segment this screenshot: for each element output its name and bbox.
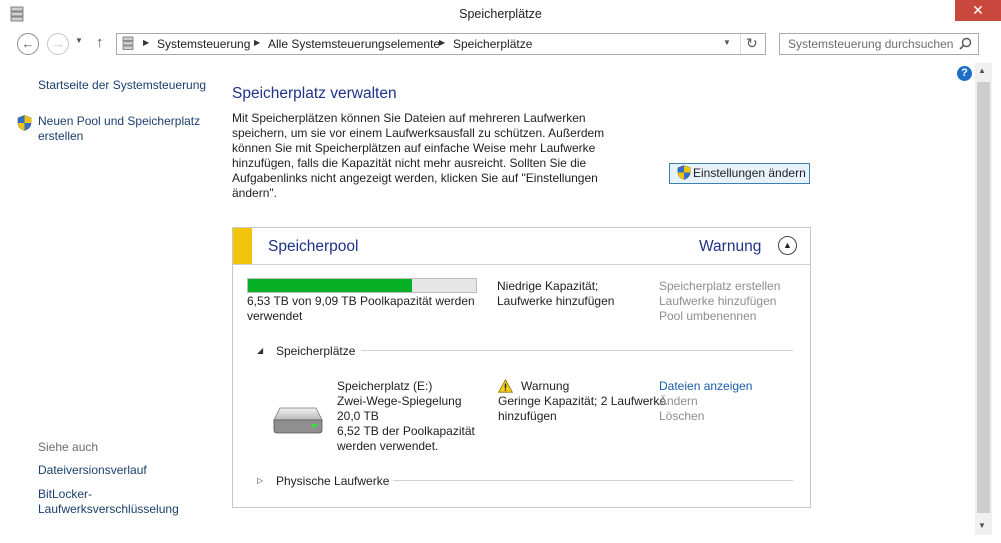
forward-button[interactable]: → bbox=[47, 33, 69, 55]
space-warning-detail: Geringe Kapazität; 2 Laufwerke hinzufüge… bbox=[498, 394, 667, 423]
space-name: Speicherplatz (E:) bbox=[337, 379, 433, 393]
add-drives-link[interactable]: Laufwerke hinzufügen bbox=[659, 294, 776, 308]
space-status: Warnung bbox=[521, 379, 570, 393]
breadcrumb-separator-icon[interactable]: ▶ bbox=[143, 38, 149, 47]
up-button[interactable]: ↑ bbox=[96, 34, 104, 51]
pool-status: Warnung bbox=[699, 238, 762, 255]
scrollbar-thumb[interactable] bbox=[977, 82, 990, 513]
uac-shield-icon bbox=[17, 115, 32, 131]
storage-pool-panel bbox=[232, 227, 811, 508]
breadcrumb-separator-icon[interactable]: ▶ bbox=[439, 38, 445, 47]
delete-space-link[interactable]: Löschen bbox=[659, 409, 704, 423]
breadcrumb-systemsteuerung[interactable]: Systemsteuerung bbox=[157, 37, 250, 51]
show-files-link[interactable]: Dateien anzeigen bbox=[659, 379, 752, 393]
breadcrumb-speicherplaetze[interactable]: Speicherplätze bbox=[453, 37, 532, 51]
expanded-arrow-icon[interactable]: ◢ bbox=[257, 346, 263, 355]
capacity-text: 6,53 TB von 9,09 TB Poolkapazität werden… bbox=[247, 294, 475, 323]
window-title: Speicherplätze bbox=[459, 7, 542, 21]
change-space-link[interactable]: Ändern bbox=[659, 394, 698, 408]
warning-icon bbox=[498, 379, 513, 393]
left-link-new-pool[interactable]: Neuen Pool und Speicherplatz erstellen bbox=[38, 114, 208, 144]
left-link-control-panel-home[interactable]: Startseite der Systemsteuerung bbox=[38, 78, 206, 93]
collapse-pool-button[interactable]: ▲ bbox=[778, 236, 797, 255]
intro-text: Mit Speicherplätzen können Sie Dateien a… bbox=[232, 111, 605, 200]
search-icon[interactable] bbox=[959, 37, 972, 50]
address-separator bbox=[740, 34, 741, 54]
left-link-bitlocker[interactable]: BitLocker-Laufwerksverschlüsselung bbox=[38, 487, 208, 517]
uac-shield-icon bbox=[677, 165, 691, 180]
space-usage-text: 6,52 TB der Poolkapazität werden verwend… bbox=[337, 424, 475, 453]
capacity-bar-fill bbox=[248, 279, 412, 292]
address-history-dropdown[interactable]: ▼ bbox=[723, 38, 731, 47]
section-divider bbox=[393, 480, 793, 481]
warning-stripe bbox=[233, 228, 252, 264]
left-link-file-history[interactable]: Dateiversionsverlauf bbox=[38, 463, 147, 478]
close-button[interactable]: ✕ bbox=[955, 0, 1001, 21]
help-icon[interactable]: ? bbox=[957, 66, 972, 81]
scroll-down-arrow-icon[interactable]: ▼ bbox=[978, 521, 986, 530]
breadcrumb-alle-elemente[interactable]: Alle Systemsteuerungselemente bbox=[268, 37, 440, 51]
recent-locations-dropdown[interactable]: ▼ bbox=[75, 36, 83, 45]
space-resiliency-type: Zwei-Wege-Spiegelung bbox=[337, 394, 462, 408]
hard-drive-icon bbox=[273, 407, 323, 434]
create-space-link[interactable]: Speicherplatz erstellen bbox=[659, 279, 780, 293]
pool-warning-text: Niedrige Kapazität; Laufwerke hinzufügen bbox=[497, 279, 615, 308]
page-title: Speicherplatz verwalten bbox=[232, 85, 397, 102]
pool-name: Speicherpool bbox=[268, 238, 359, 255]
breadcrumb-separator-icon[interactable]: ▶ bbox=[254, 38, 260, 47]
search-placeholder[interactable]: Systemsteuerung durchsuchen bbox=[788, 37, 953, 51]
section-divider bbox=[361, 350, 793, 351]
storage-spaces-location-icon bbox=[122, 36, 134, 50]
pool-header-divider bbox=[233, 264, 810, 265]
rename-pool-link[interactable]: Pool umbenennen bbox=[659, 309, 756, 323]
see-also-heading: Siehe auch bbox=[38, 440, 99, 454]
back-button[interactable]: ← bbox=[17, 33, 39, 55]
spaces-section-header[interactable]: Speicherplätze bbox=[276, 344, 355, 358]
refresh-button[interactable]: ↻ bbox=[746, 35, 758, 52]
space-size: 20,0 TB bbox=[337, 409, 379, 423]
change-settings-label[interactable]: Einstellungen ändern bbox=[693, 166, 806, 180]
physical-drives-section-header[interactable]: Physische Laufwerke bbox=[276, 474, 389, 488]
scroll-up-arrow-icon[interactable]: ▲ bbox=[978, 66, 986, 75]
collapsed-arrow-icon[interactable]: ▷ bbox=[257, 476, 263, 485]
